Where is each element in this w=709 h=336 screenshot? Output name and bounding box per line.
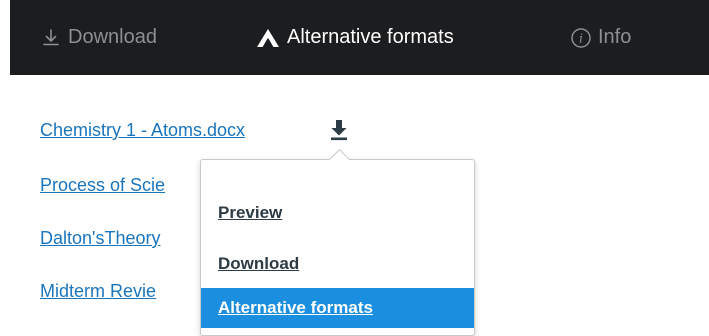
tab-info[interactable]: i Info [570, 0, 631, 75]
download-icon [40, 27, 62, 49]
download-arrow-icon [328, 118, 350, 147]
file-link-daltons-theory[interactable]: Dalton'sTheory [40, 228, 161, 249]
svg-text:i: i [579, 31, 583, 45]
top-toolbar: Download Alternative formats i Info [10, 0, 709, 75]
tab-info-label: Info [598, 26, 632, 48]
tab-alternative-formats[interactable]: Alternative formats [255, 0, 454, 75]
tab-alternative-formats-label: Alternative formats [287, 26, 454, 48]
tab-download-label: Download [68, 26, 157, 48]
file-link-process-of-science[interactable]: Process of Scie [40, 175, 165, 196]
tab-download[interactable]: Download [40, 0, 157, 75]
info-icon: i [570, 27, 592, 49]
menu-item-download[interactable]: Download [201, 245, 474, 283]
file-download-button[interactable] [327, 119, 351, 145]
menu-caret [328, 148, 351, 171]
file-link-midterm-review[interactable]: Midterm Revie [40, 281, 156, 302]
download-options-menu: Preview Download Alternative formats [200, 148, 475, 336]
alternative-formats-logo-icon [255, 27, 281, 49]
file-link-chemistry-atoms[interactable]: Chemistry 1 - Atoms.docx [40, 120, 245, 141]
menu-item-alternative-formats[interactable]: Alternative formats [201, 288, 474, 328]
menu-item-preview[interactable]: Preview [201, 194, 474, 232]
